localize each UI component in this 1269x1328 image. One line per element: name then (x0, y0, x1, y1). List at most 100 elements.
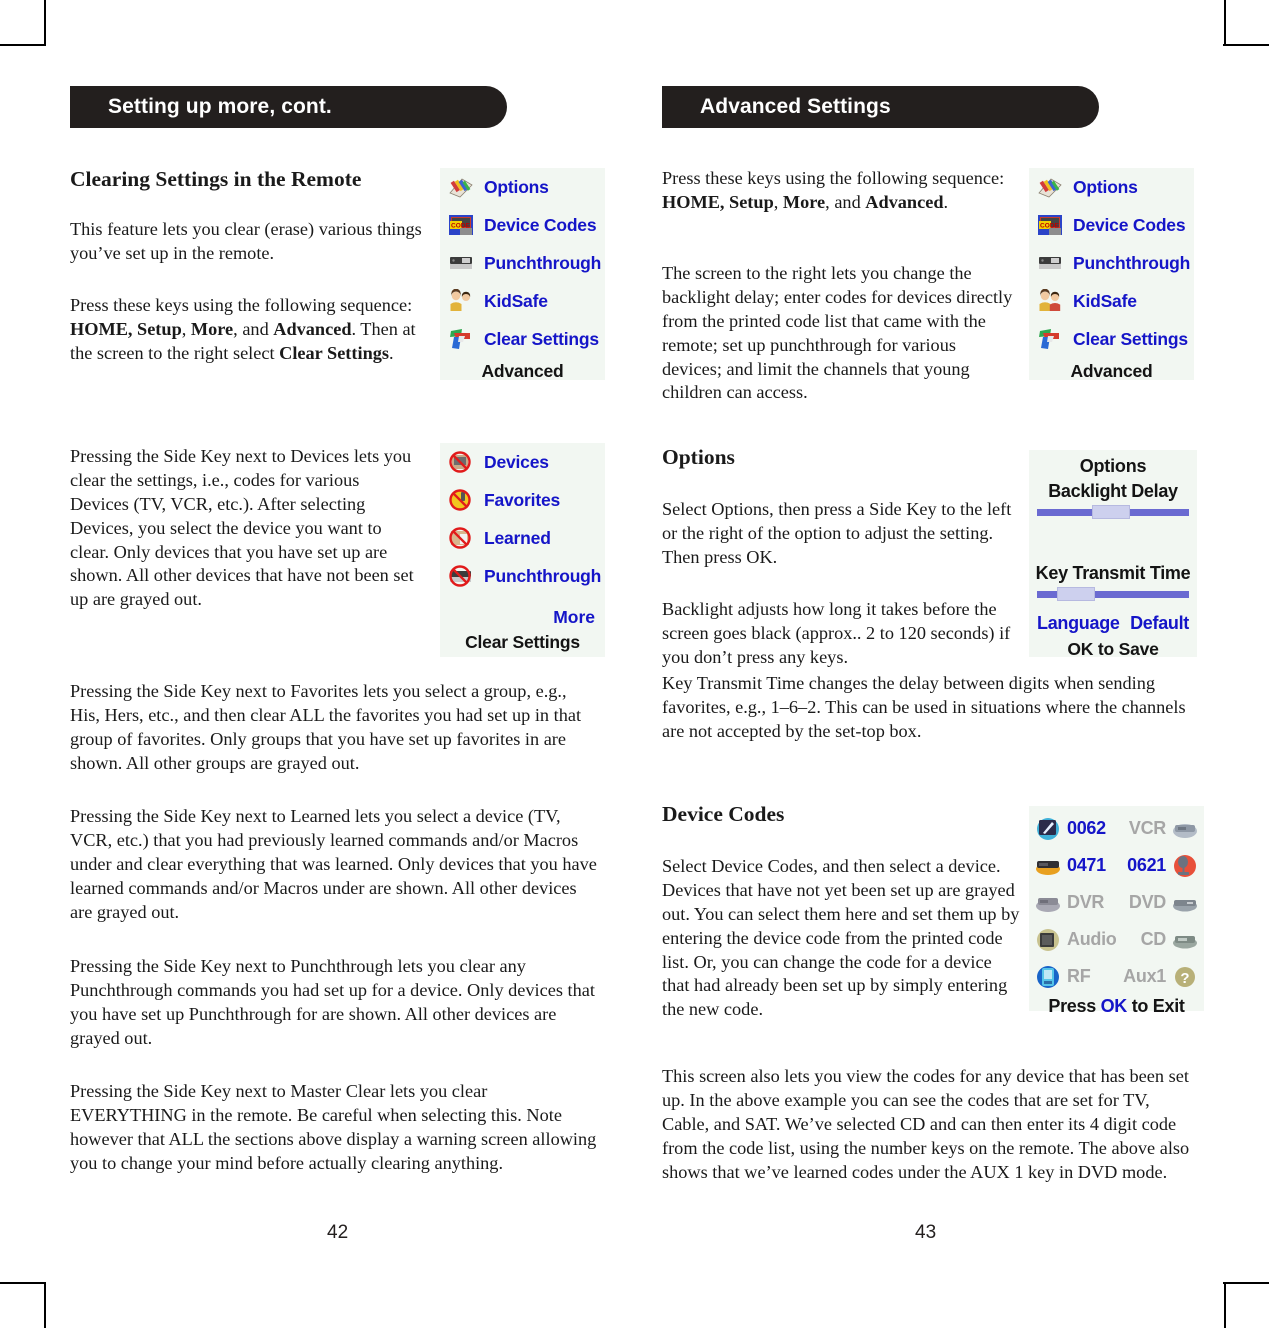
device-label: VCR (1128, 818, 1166, 838)
rseq-end: . (943, 191, 949, 212)
kidsafe-icon (1037, 289, 1063, 313)
dvd-icon (1172, 891, 1198, 915)
lcd-footer-advanced: Advanced (1070, 361, 1153, 381)
device-code-row-audio-cd[interactable]: Audio CD (1029, 921, 1204, 958)
lcd-item-device-codes[interactable]: CODE Device Codes (440, 206, 605, 244)
lcd-backlight-delay-label: Backlight Delay (1048, 481, 1178, 501)
key-transmit-time-slider[interactable] (1037, 587, 1189, 601)
device-code-aux1[interactable]: Aux1 ? (1117, 965, 1199, 989)
lcd-item-label: Clear Settings (484, 328, 599, 349)
lcd-footer-clear-settings: Clear Settings (465, 632, 580, 652)
lcd-item-label: Device Codes (1073, 214, 1186, 235)
lcd-item-label: Punchthrough (1073, 252, 1191, 273)
dvr-icon (1035, 891, 1061, 915)
device-code-row-rf-aux1[interactable]: RF Aux1 ? (1029, 958, 1204, 995)
seq-bold-more: More (190, 318, 234, 339)
no-punchthrough-icon (448, 564, 474, 588)
lcd-screen-advanced-right: Options CODE Device Codes Punchthrough K… (1029, 168, 1194, 381)
lcd-item-label: KidSafe (1073, 290, 1137, 311)
device-label: DVR (1067, 892, 1105, 912)
device-code-tv[interactable]: 0062 (1035, 817, 1117, 841)
device-code-rf[interactable]: RF (1035, 965, 1117, 989)
lcd-item-label: Favorites (484, 489, 561, 510)
lcd-item-punchthrough[interactable]: Punchthrough (440, 557, 605, 595)
rseq-mid2: , and (825, 191, 866, 212)
device-label: Aux1 (1123, 966, 1166, 986)
lcd-screen-options: Options Backlight Delay Key Transmit Tim… (1029, 450, 1197, 659)
punchthrough-icon (1037, 251, 1063, 275)
right-options-heading: Options (662, 445, 735, 469)
lcd-item-label: Punchthrough (484, 252, 602, 273)
lcd-item-label: Options (1073, 176, 1138, 197)
lcd-item-options[interactable]: Options (440, 168, 605, 206)
lcd-item-label: KidSafe (484, 290, 548, 311)
seq-bold-home-setup: HOME, Setup (70, 318, 182, 339)
rf-icon (1035, 965, 1061, 989)
left-punchthrough-paragraph: Pressing the Side Key next to Punchthrou… (70, 956, 595, 1048)
audio-icon (1035, 928, 1061, 952)
device-code-dvr[interactable]: DVR (1035, 891, 1117, 915)
kidsafe-icon (448, 289, 474, 313)
lcd-item-learned[interactable]: Learned (440, 519, 605, 557)
lcd-item-clear-settings[interactable]: Clear Settings (440, 320, 605, 358)
left-learned-paragraph: Pressing the Side Key next to Learned le… (70, 806, 597, 922)
lcd-item-label: Options (484, 176, 549, 197)
right-page-banner: Advanced Settings (662, 86, 1099, 128)
no-learned-icon (448, 526, 474, 550)
device-code-audio[interactable]: Audio (1035, 928, 1117, 952)
lcd-item-device-codes[interactable]: CODE Device Codes (1029, 206, 1194, 244)
lcd-item-kidsafe[interactable]: KidSafe (1029, 282, 1194, 320)
device-code-row-dvr-dvd[interactable]: DVR DVD (1029, 884, 1204, 921)
language-link[interactable]: Language (1037, 613, 1120, 634)
device-code-vcr[interactable]: VCR (1117, 817, 1199, 841)
device-label: RF (1067, 966, 1091, 986)
left-intro-paragraph: This feature lets you clear (erase) vari… (70, 219, 422, 263)
clear-settings-icon (448, 327, 474, 351)
seq-end: . (389, 342, 394, 363)
rseq-bold-more: More (782, 191, 826, 212)
lcd-item-punchthrough[interactable]: Punchthrough (440, 244, 605, 282)
clear-settings-icon (1037, 327, 1063, 351)
sat-icon (1172, 854, 1198, 878)
left-page-banner: Setting up more, cont. (70, 86, 507, 128)
device-code-row-cable-sat[interactable]: 0471 0621 (1029, 847, 1204, 884)
options-icon (1037, 175, 1063, 199)
left-sequence-paragraph: Press these keys using the following seq… (70, 294, 425, 366)
no-devices-icon (448, 450, 474, 474)
lcd-screen-advanced-left: Options CODE Device Codes Punchthrough K… (440, 168, 605, 381)
document-spread: Setting up more, cont. Clearing Settings… (0, 0, 1269, 1328)
lcd-options-footer: OK to Save (1067, 639, 1159, 659)
lcd-item-favorites[interactable]: Favorites (440, 481, 605, 519)
backlight-delay-thumb[interactable] (1091, 505, 1130, 519)
default-link[interactable]: Default (1130, 613, 1189, 634)
left-page-heading: Clearing Settings in the Remote (70, 167, 362, 191)
lcd-item-devices[interactable]: Devices (440, 443, 605, 481)
right-page-number: 43 (915, 1222, 937, 1243)
lcd-item-options[interactable]: Options (1029, 168, 1194, 206)
lcd-item-kidsafe[interactable]: KidSafe (440, 282, 605, 320)
rseq-bold-advanced: Advanced (865, 191, 944, 212)
backlight-delay-slider[interactable] (1037, 505, 1189, 519)
rseq-mid1: , (773, 191, 783, 212)
rseq-bold-home-setup: HOME, Setup (662, 191, 774, 212)
device-label: Audio (1067, 929, 1117, 949)
right-sequence-paragraph: Press these keys using the following seq… (662, 167, 1012, 215)
lcd-item-punchthrough[interactable]: Punchthrough (1029, 244, 1194, 282)
device-code-row-tv-vcr[interactable]: 0062 VCR (1029, 810, 1204, 847)
device-code-sat[interactable]: 0621 (1117, 854, 1199, 878)
device-code-dvd[interactable]: DVD (1117, 891, 1199, 915)
left-master-clear-paragraph: Pressing the Side Key next to Master Cle… (70, 1081, 597, 1173)
lcd-item-label: Clear Settings (1073, 328, 1188, 349)
lcd-more-link[interactable]: More (440, 607, 605, 628)
device-code-cable[interactable]: 0471 (1035, 854, 1117, 878)
vcr-icon (1172, 817, 1198, 841)
device-code-cd[interactable]: CD (1117, 928, 1199, 952)
rseq-pre: Press these keys using the following seq… (662, 168, 1005, 188)
device-code-value: 0471 (1067, 855, 1106, 875)
seq-mid1: , (181, 318, 191, 339)
device-label: CD (1140, 929, 1167, 949)
right-options-select-paragraph: Select Options, then press a Side Key to… (662, 499, 1012, 567)
cd-icon (1172, 928, 1198, 952)
lcd-item-clear-settings[interactable]: Clear Settings (1029, 320, 1194, 358)
key-transmit-time-thumb[interactable] (1056, 587, 1095, 601)
